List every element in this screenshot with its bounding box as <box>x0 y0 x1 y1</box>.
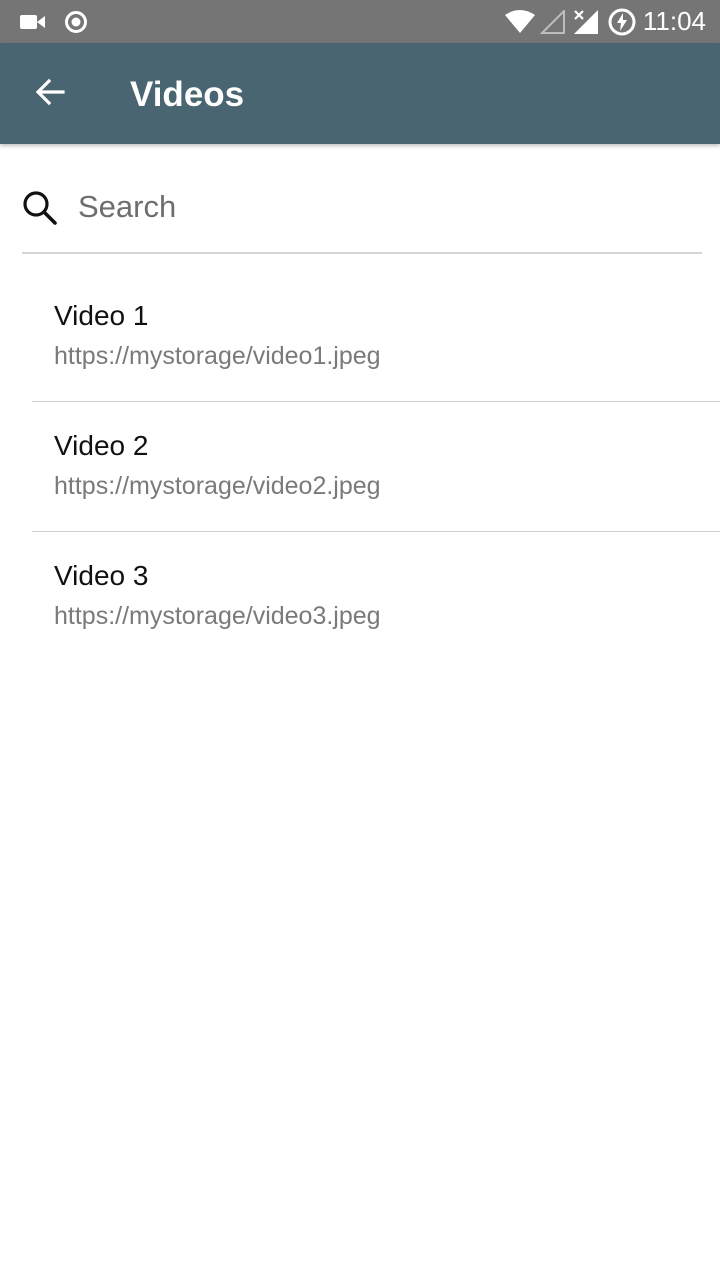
search-input[interactable] <box>78 180 678 234</box>
arrow-back-icon <box>34 76 66 113</box>
video-list-item[interactable]: Video 1 https://mystorage/video1.jpeg <box>32 272 720 402</box>
signal-empty-icon <box>540 0 566 43</box>
search-icon[interactable] <box>22 190 58 226</box>
signal-no-service-icon <box>572 0 600 43</box>
wifi-icon <box>504 0 536 43</box>
video-url: https://mystorage/video3.jpeg <box>54 602 381 630</box>
status-bar: 11:04 <box>0 0 720 43</box>
search-bar <box>22 144 702 254</box>
video-title: Video 1 <box>54 300 149 331</box>
video-title: Video 3 <box>54 560 149 591</box>
video-list-item[interactable]: Video 2 https://mystorage/video2.jpeg <box>32 402 720 532</box>
video-camera-icon <box>20 0 46 43</box>
app-bar: Videos <box>0 43 720 144</box>
video-url: https://mystorage/video2.jpeg <box>54 472 381 500</box>
video-title: Video 2 <box>54 430 149 461</box>
page-title: Videos <box>130 75 245 114</box>
status-time: 11:04 <box>642 6 706 36</box>
video-list: Video 1 https://mystorage/video1.jpeg Vi… <box>0 272 720 661</box>
screen: 11:04 Videos Video 1 https://mystorage/v… <box>0 0 720 1280</box>
record-icon <box>64 0 88 43</box>
video-url: https://mystorage/video1.jpeg <box>54 342 381 370</box>
video-list-item[interactable]: Video 3 https://mystorage/video3.jpeg <box>32 532 720 661</box>
back-button[interactable] <box>22 67 78 121</box>
battery-charging-icon <box>608 0 636 43</box>
